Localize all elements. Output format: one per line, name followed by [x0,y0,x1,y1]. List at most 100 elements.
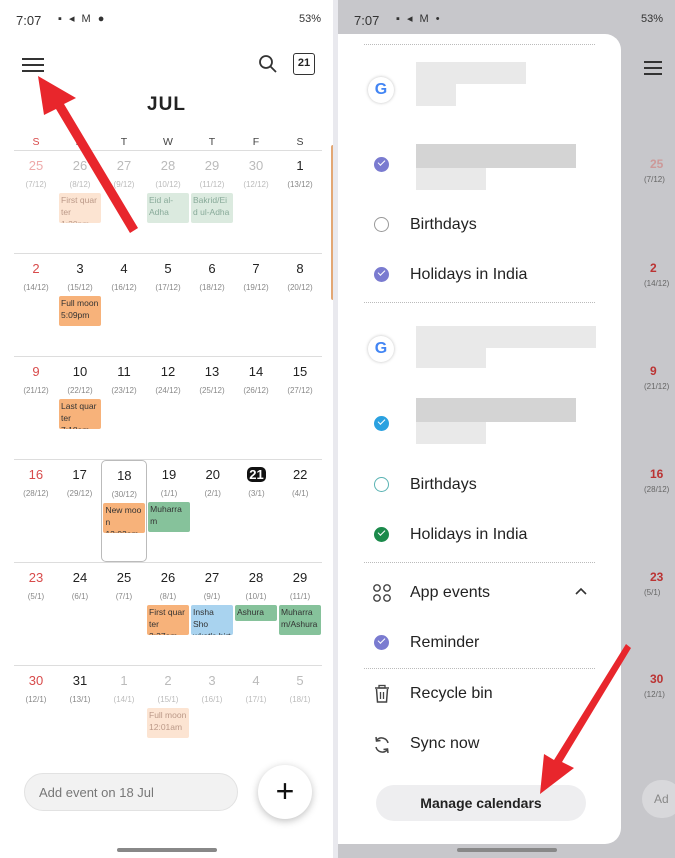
lunar-date: (17/1) [245,695,267,704]
day-cell[interactable]: 3 (16/1) [190,666,234,768]
search-icon[interactable] [258,54,278,74]
day-cell[interactable]: 2 (14/12) [14,254,58,356]
day-number: 5 [296,673,304,688]
day-cell[interactable]: 7 (19/12) [234,254,278,356]
sync-now-label[interactable]: Sync now [410,735,479,753]
background-date: 2 [650,261,657,275]
day-number: 22 [292,467,308,482]
day-cell[interactable]: 31 (13/1) [58,666,102,768]
day-cell[interactable]: 15 (27/12) [278,357,322,459]
status-time: 7:07 [354,13,380,28]
calendar-checkbox-account2[interactable] [374,416,389,431]
lunar-date: (8/1) [159,592,177,601]
battery-level: 53% [298,13,321,25]
event-chip[interactable]: Insha Sho wkat's birt [191,605,233,635]
birthdays-label-1[interactable]: Birthdays [410,216,477,234]
holidays-label-2[interactable]: Holidays in India [410,526,527,544]
add-event-peek: Ad [642,780,675,818]
event-chip[interactable]: Full moon 12:01am [147,708,189,738]
day-cell[interactable]: 4 (16/12) [102,254,146,356]
day-cell[interactable]: 20 (2/1) [191,460,235,562]
menu-icon [644,57,662,79]
day-cell[interactable]: 5 (18/1) [278,666,322,768]
chevron-up-icon[interactable] [574,586,588,596]
day-number: 26 [160,570,176,585]
day-cell[interactable]: 19 (1/1) Muharra m [147,460,191,562]
calendar-drawer-screen: 25 (7/12) 2 (14/12) 9 (21/12) 16 (28/12) 23 (5/1)… [338,0,675,858]
day-cell[interactable]: 29 (11/1) Muharra m/Ashura [278,563,322,665]
event-chip[interactable]: Full moon 5:09pm [59,296,101,326]
birthdays-checkbox-1[interactable] [374,217,389,232]
google-account-icon[interactable]: G [368,336,394,362]
today-button[interactable]: 21 [293,53,315,75]
day-cell[interactable]: 12 (24/12) [146,357,190,459]
lunar-date: (18/1) [289,695,311,704]
day-cell[interactable]: 18 (30/12) New moo n 12:02am [101,460,148,562]
day-number: 28 [160,158,176,173]
day-cell[interactable]: 21 (3/1) [235,460,279,562]
day-cell[interactable]: 24 (6/1) [58,563,102,665]
day-cell[interactable]: 17 (29/12) [58,460,102,562]
app-events-label[interactable]: App events [410,584,490,602]
day-cell[interactable]: 28 (10/1) Ashura [234,563,278,665]
event-chip[interactable]: Muharra m/Ashura [279,605,321,635]
day-number: 29 [292,570,308,585]
day-cell[interactable]: 29 (11/12) Bakrid/Ei d ul-Adha [190,151,234,253]
holidays-checkbox-2[interactable] [374,527,389,542]
birthdays-label-2[interactable]: Birthdays [410,476,477,494]
event-chip[interactable]: Muharra m [148,502,190,532]
manage-calendars-button[interactable]: Manage calendars [376,785,586,821]
reminder-checkbox[interactable] [374,635,389,650]
day-cell[interactable]: 26 (8/1) First quar ter 3:37am [146,563,190,665]
background-lunar: (14/12) [644,279,670,288]
lunar-date: (28/12) [23,489,49,498]
day-cell[interactable]: 10 (22/12) Last quar ter 7:18am [58,357,102,459]
day-cell[interactable]: 6 (18/12) [190,254,234,356]
day-cell[interactable]: 1 (13/12) [278,151,322,253]
day-number: 23 [28,570,44,585]
holidays-label-1[interactable]: Holidays in India [410,266,527,284]
holidays-checkbox-1[interactable] [374,267,389,282]
day-cell[interactable]: 27 (9/12) [102,151,146,253]
reminder-label[interactable]: Reminder [410,634,479,652]
day-cell[interactable]: 13 (25/12) [190,357,234,459]
day-cell[interactable]: 2 (15/1) Full moon 12:01am [146,666,190,768]
weekday-label: F [252,136,260,148]
day-number: 7 [252,261,260,276]
event-chip[interactable]: First quar ter 1:20pm [59,193,101,223]
calendar-checkbox-account1[interactable] [374,157,389,172]
day-cell[interactable]: 27 (9/1) Insha Sho wkat's birt [190,563,234,665]
lunar-date: (16/1) [201,695,223,704]
day-cell[interactable]: 1 (14/1) [102,666,146,768]
day-cell[interactable]: 14 (26/12) [234,357,278,459]
day-cell[interactable]: 30 (12/1) [14,666,58,768]
day-cell[interactable]: 4 (17/1) [234,666,278,768]
day-cell[interactable]: 30 (12/12) [234,151,278,253]
add-event-input[interactable]: Add event on 18 Jul [24,773,238,811]
event-chip[interactable]: Bakrid/Ei d ul-Adha [191,193,233,223]
day-cell[interactable]: 5 (17/12) [146,254,190,356]
day-cell[interactable]: 11 (23/12) [102,357,146,459]
day-cell[interactable]: 9 (21/12) [14,357,58,459]
event-chip[interactable]: Last quar ter 7:18am [59,399,101,429]
day-cell[interactable]: 8 (20/12) [278,254,322,356]
day-cell[interactable]: 3 (15/12) Full moon 5:09pm [58,254,102,356]
recycle-bin-label[interactable]: Recycle bin [410,685,493,703]
background-lunar: (7/12) [644,175,665,184]
day-cell[interactable]: 22 (4/1) [278,460,322,562]
menu-icon[interactable] [22,54,44,74]
event-chip[interactable]: New moo n 12:02am [103,503,146,533]
day-cell[interactable]: 26 (8/12) First quar ter 1:20pm [58,151,102,253]
blurred-account-name [416,348,486,368]
add-button[interactable]: + [258,765,312,819]
day-cell[interactable]: 16 (28/12) [14,460,58,562]
event-chip[interactable]: First quar ter 3:37am [147,605,189,635]
event-chip[interactable]: Eid al-Adha [147,193,189,223]
google-account-icon[interactable]: G [368,77,394,103]
day-cell[interactable]: 28 (10/12) Eid al-Adha [146,151,190,253]
event-chip[interactable]: Ashura [235,605,277,621]
day-cell[interactable]: 25 (7/1) [102,563,146,665]
birthdays-checkbox-2[interactable] [374,477,389,492]
day-cell[interactable]: 25 (7/12) [14,151,58,253]
day-cell[interactable]: 23 (5/1) [14,563,58,665]
